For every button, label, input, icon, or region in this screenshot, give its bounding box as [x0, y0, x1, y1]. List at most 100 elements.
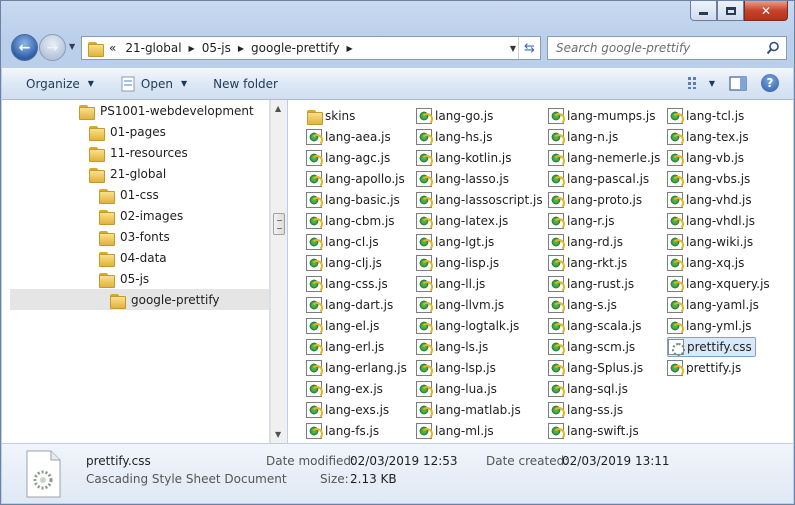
- file-item[interactable]: lang-nemerle.js: [548, 148, 660, 168]
- file-item[interactable]: lang-fs.js: [306, 421, 379, 441]
- file-item[interactable]: lang-ex.js: [306, 379, 383, 399]
- file-item[interactable]: lang-scm.js: [548, 337, 635, 357]
- file-item[interactable]: lang-matlab.js: [416, 400, 521, 420]
- file-item[interactable]: lang-vbs.js: [667, 169, 750, 189]
- file-item[interactable]: lang-exs.js: [306, 400, 389, 420]
- organize-button[interactable]: Organize ▼: [26, 77, 94, 91]
- file-item[interactable]: lang-r.js: [548, 211, 614, 231]
- file-item[interactable]: lang-tcl.js: [667, 106, 744, 126]
- tree-item[interactable]: 04-data: [98, 247, 167, 268]
- breadcrumb-item[interactable]: google-prettify: [251, 41, 340, 55]
- file-item[interactable]: lang-cl.js: [306, 232, 379, 252]
- file-item[interactable]: lang-lsp.js: [416, 358, 496, 378]
- file-item[interactable]: lang-lisp.js: [416, 253, 499, 273]
- scrollbar-thumb[interactable]: [273, 213, 285, 235]
- scroll-up-icon[interactable]: ▲: [275, 104, 281, 113]
- file-item[interactable]: lang-vhd.js: [667, 190, 752, 210]
- file-item[interactable]: prettify.css: [667, 337, 756, 357]
- tree-item[interactable]: 01-css: [98, 184, 159, 205]
- file-item[interactable]: lang-ss.js: [548, 400, 623, 420]
- file-item[interactable]: lang-clj.js: [306, 253, 382, 273]
- file-item[interactable]: lang-rkt.js: [548, 253, 627, 273]
- file-item[interactable]: lang-yaml.js: [667, 295, 759, 315]
- search-input[interactable]: Search google-prettify: [547, 36, 787, 60]
- file-item[interactable]: lang-n.js: [548, 127, 618, 147]
- file-item[interactable]: lang-ml.js: [416, 421, 494, 441]
- file-item[interactable]: lang-lua.js: [416, 379, 497, 399]
- file-item[interactable]: lang-dart.js: [306, 295, 393, 315]
- back-button[interactable]: ←: [11, 34, 38, 61]
- breadcrumb-overflow[interactable]: «: [109, 41, 116, 55]
- file-item[interactable]: lang-s.js: [548, 295, 617, 315]
- new-folder-button[interactable]: New folder: [213, 77, 278, 91]
- file-item[interactable]: lang-lgt.js: [416, 232, 494, 252]
- navigation-pane-scrollbar[interactable]: ▲ ▼: [270, 100, 287, 443]
- refresh-button[interactable]: ⇆: [518, 37, 540, 59]
- file-item[interactable]: lang-rust.js: [548, 274, 634, 294]
- chevron-down-icon[interactable]: ▼: [709, 79, 715, 88]
- file-item[interactable]: lang-xq.js: [667, 253, 744, 273]
- file-item[interactable]: lang-agc.js: [306, 148, 390, 168]
- file-item[interactable]: lang-proto.js: [548, 190, 642, 210]
- chevron-right-icon[interactable]: ▶: [189, 44, 195, 53]
- file-item[interactable]: lang-apollo.js: [306, 169, 405, 189]
- file-item[interactable]: lang-wiki.js: [667, 232, 753, 252]
- change-view-button[interactable]: ▼: [687, 76, 715, 90]
- chevron-right-icon[interactable]: ▶: [238, 44, 244, 53]
- file-item[interactable]: lang-logtalk.js: [416, 316, 519, 336]
- breadcrumb-item[interactable]: 05-js: [202, 41, 231, 55]
- file-item[interactable]: lang-xquery.js: [667, 274, 770, 294]
- preview-pane-button[interactable]: [729, 75, 747, 91]
- file-item[interactable]: skins: [306, 106, 355, 126]
- file-item[interactable]: lang-pascal.js: [548, 169, 649, 189]
- file-item[interactable]: lang-llvm.js: [416, 295, 504, 315]
- open-button[interactable]: Open ▼: [120, 76, 187, 92]
- file-item[interactable]: lang-css.js: [306, 274, 388, 294]
- tree-item[interactable]: 05-js: [98, 268, 149, 289]
- file-item[interactable]: lang-el.js: [306, 316, 379, 336]
- tree-item[interactable]: google-prettify: [10, 289, 269, 310]
- tree-item[interactable]: 03-fonts: [98, 226, 170, 247]
- file-item[interactable]: lang-tex.js: [667, 127, 749, 147]
- tree-item[interactable]: 02-images: [98, 205, 183, 226]
- file-item[interactable]: lang-kotlin.js: [416, 148, 511, 168]
- file-item[interactable]: lang-vhdl.js: [667, 211, 755, 231]
- file-item[interactable]: lang-basic.js: [306, 190, 400, 210]
- tree-item[interactable]: 21-global: [88, 163, 166, 184]
- address-bar[interactable]: « 21-global ▶ 05-js ▶ google-prettify ▶ …: [81, 36, 541, 60]
- tree-item[interactable]: PS1001-webdevelopment: [78, 100, 254, 121]
- tree-item[interactable]: 11-resources: [88, 142, 188, 163]
- file-item[interactable]: lang-erl.js: [306, 337, 384, 357]
- file-item[interactable]: lang-vb.js: [667, 148, 744, 168]
- file-item[interactable]: lang-cbm.js: [306, 211, 395, 231]
- help-button[interactable]: ?: [761, 74, 779, 92]
- breadcrumb-item[interactable]: 21-global: [125, 41, 181, 55]
- file-item[interactable]: lang-go.js: [416, 106, 493, 126]
- file-item[interactable]: lang-swift.js: [548, 421, 639, 441]
- scroll-down-icon[interactable]: ▼: [275, 430, 281, 439]
- file-item[interactable]: lang-ll.js: [416, 274, 485, 294]
- file-item[interactable]: prettify.js: [667, 358, 741, 378]
- file-item[interactable]: lang-lasso.js: [416, 169, 509, 189]
- file-item[interactable]: lang-scala.js: [548, 316, 642, 336]
- file-item[interactable]: lang-yml.js: [667, 316, 752, 336]
- file-item[interactable]: lang-lassoscript.js: [416, 190, 543, 210]
- recent-pages-dropdown[interactable]: ▼: [69, 42, 75, 51]
- address-dropdown-icon[interactable]: ▼: [510, 44, 516, 53]
- file-item[interactable]: lang-sql.js: [548, 379, 628, 399]
- file-item[interactable]: lang-Splus.js: [548, 358, 643, 378]
- close-button[interactable]: ✕: [744, 1, 788, 21]
- js-file-icon: [667, 297, 684, 314]
- minimize-button[interactable]: [690, 1, 717, 21]
- chevron-right-icon[interactable]: ▶: [347, 44, 353, 53]
- file-item[interactable]: lang-erlang.js: [306, 358, 407, 378]
- file-item[interactable]: lang-rd.js: [548, 232, 623, 252]
- file-item[interactable]: lang-mumps.js: [548, 106, 656, 126]
- forward-button[interactable]: →: [39, 34, 66, 61]
- file-item[interactable]: lang-latex.js: [416, 211, 508, 231]
- tree-item[interactable]: 01-pages: [88, 121, 166, 142]
- maximize-button[interactable]: [717, 1, 744, 21]
- file-item[interactable]: lang-ls.js: [416, 337, 488, 357]
- file-item[interactable]: lang-hs.js: [416, 127, 493, 147]
- file-item[interactable]: lang-aea.js: [306, 127, 391, 147]
